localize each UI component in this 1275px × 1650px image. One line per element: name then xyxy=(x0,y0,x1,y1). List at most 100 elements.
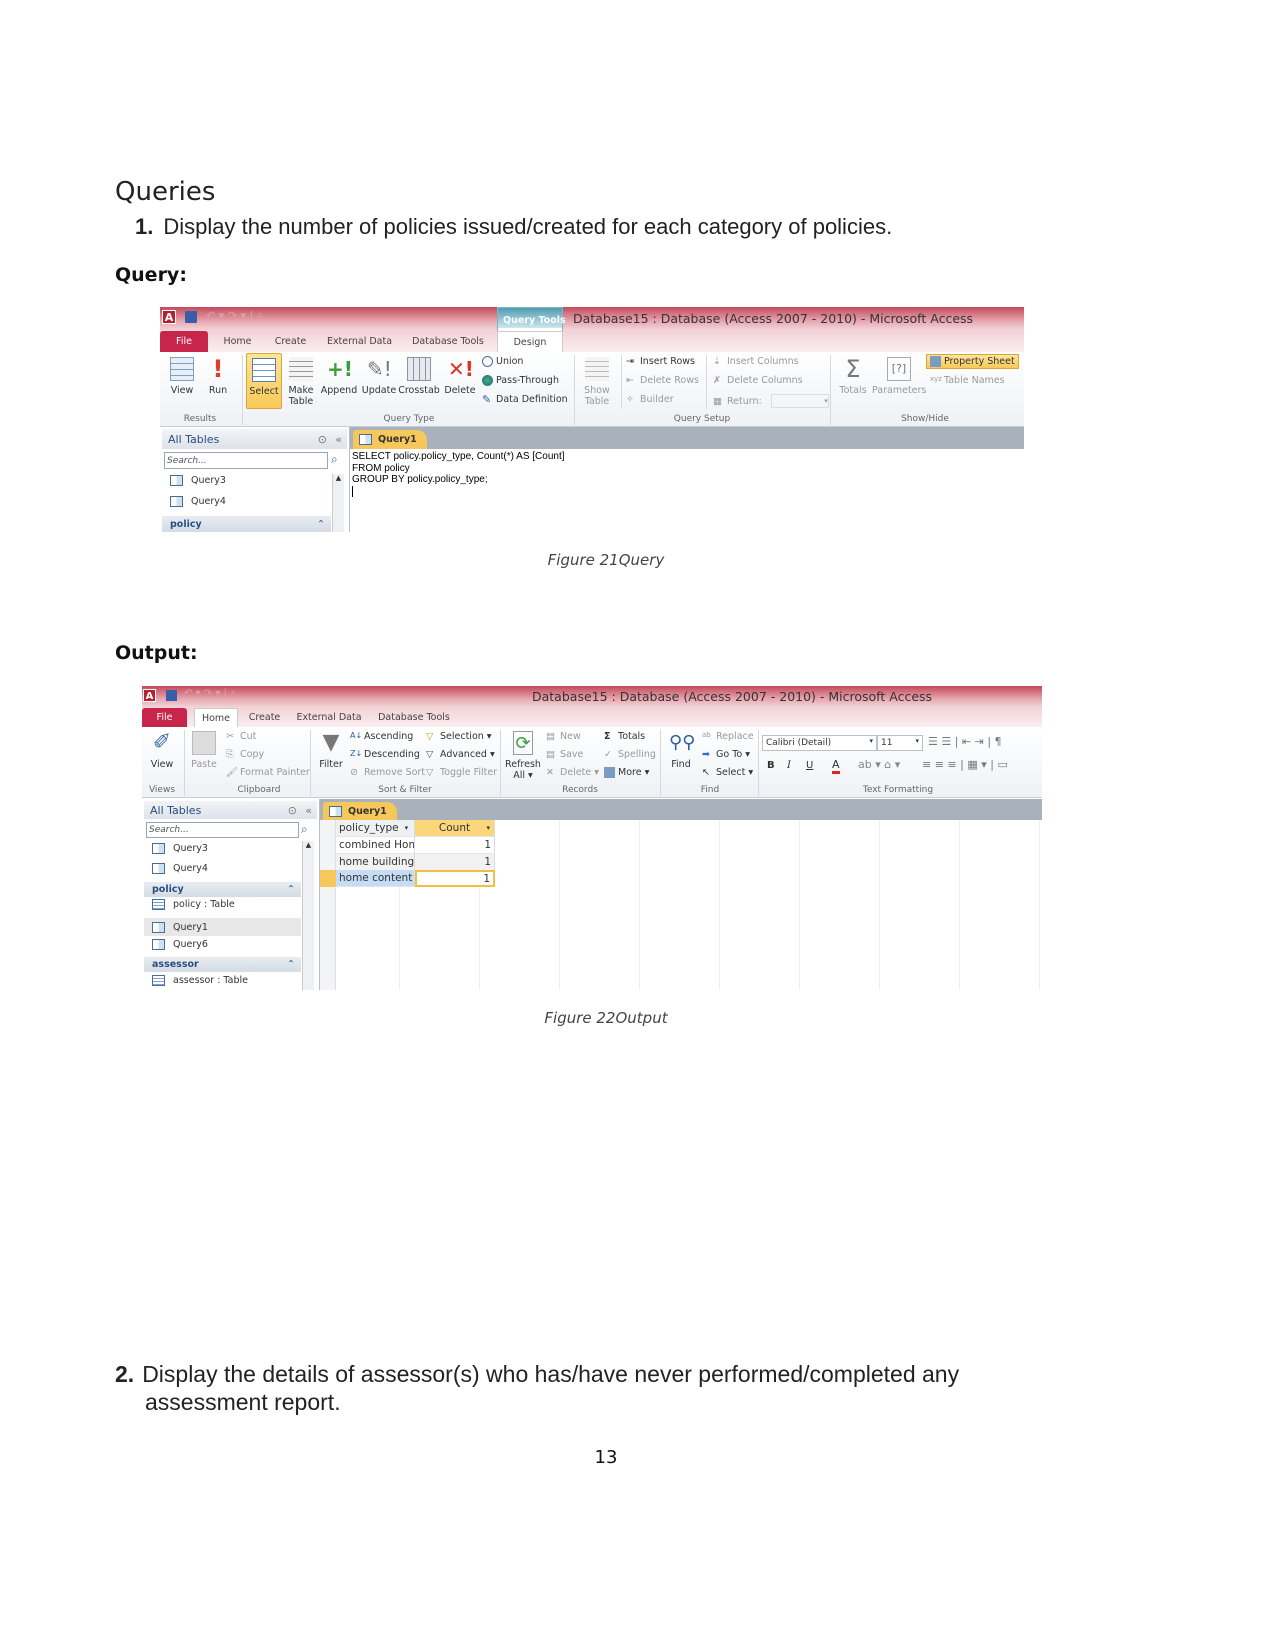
nav-item-query6[interactable]: Query6 xyxy=(152,939,208,950)
nav-search-input[interactable]: Search... xyxy=(164,452,328,469)
show-table-button[interactable]: Show Table xyxy=(578,357,616,407)
paste-button[interactable]: Paste xyxy=(188,731,220,770)
descending-button[interactable]: Z↓ Descending xyxy=(350,749,420,760)
crosstab-button[interactable]: Crosstab xyxy=(398,357,440,396)
find-button[interactable]: ⚲⚲ Find xyxy=(664,731,698,770)
replace-button[interactable]: ab Replace xyxy=(702,731,754,742)
return-dropdown[interactable]: ▾ xyxy=(770,394,829,408)
save-icon[interactable] xyxy=(166,690,177,701)
toggle-filter-button[interactable]: ▽ Toggle Filter xyxy=(426,767,497,778)
totals-button[interactable]: Σ Totals xyxy=(604,731,645,742)
undo-redo-icon[interactable]: ↶ ▾ ↷ ▾ | ⩡ xyxy=(184,688,236,699)
format-painter-button[interactable]: 🖌 Format Painter xyxy=(226,767,310,778)
selection-button[interactable]: ▽ Selection ▾ xyxy=(426,731,492,742)
filter-button[interactable]: ▼ Filter xyxy=(314,731,348,771)
collapse-icon[interactable]: « xyxy=(335,433,342,446)
delete-record-button[interactable]: ✕ Delete ▾ xyxy=(546,767,599,778)
delete-rows-button[interactable]: ⇤ Delete Rows xyxy=(626,375,699,386)
font-name-select[interactable]: Calibri (Detail) ▾ xyxy=(762,735,877,751)
builder-button[interactable]: ✧ Builder xyxy=(626,394,674,405)
update-button[interactable]: ✎! Update xyxy=(360,357,398,396)
undo-redo-icon[interactable]: ↶ ▾ ↷ ▾ | ⩡ xyxy=(206,309,263,323)
search-icon[interactable]: ⌕ xyxy=(331,452,338,467)
more-button[interactable]: More ▾ xyxy=(604,767,649,778)
doc-tab-query1[interactable]: Query1 xyxy=(323,802,397,820)
return-field[interactable]: ▦ Return: ▾ xyxy=(713,394,829,408)
make-table-button[interactable]: Make Table xyxy=(285,357,317,407)
nav-item-query1[interactable]: Query1 xyxy=(144,918,301,936)
table-names-button[interactable]: xyz Table Names xyxy=(930,375,1005,386)
nav-item-assessor-table[interactable]: assessor : Table xyxy=(152,975,248,986)
tab-design[interactable]: Design xyxy=(497,331,563,352)
tab-database-tools[interactable]: Database Tools xyxy=(374,708,454,727)
append-button[interactable]: +! Append xyxy=(320,357,358,396)
tab-create[interactable]: Create xyxy=(242,708,287,727)
font-color-icon[interactable]: A xyxy=(832,758,840,774)
tab-external-data[interactable]: External Data xyxy=(294,708,364,727)
nav-item-query3[interactable]: Query3 xyxy=(152,843,208,854)
tab-create[interactable]: Create xyxy=(268,331,313,352)
select-button[interactable]: Select xyxy=(246,353,282,409)
cut-button[interactable]: ✂ Cut xyxy=(226,731,256,742)
align-icons[interactable]: ≡ ≡ ≡ | ▦ ▾ | ▭ xyxy=(922,758,1008,771)
nav-menu-icon[interactable]: ⊙ xyxy=(288,804,297,817)
nav-scrollbar[interactable]: ▲ xyxy=(332,474,344,532)
underline-button[interactable]: U xyxy=(806,760,813,771)
save-record-button[interactable]: ▤ Save xyxy=(546,749,583,760)
tab-file[interactable]: File xyxy=(142,708,187,727)
advanced-button[interactable]: ▽ Advanced ▾ xyxy=(426,749,495,760)
search-icon[interactable]: ⌕ xyxy=(301,822,308,837)
remove-sort-button[interactable]: ⊘ Remove Sort xyxy=(350,767,425,778)
column-header-policy-type[interactable]: policy_type ▾ xyxy=(336,820,415,837)
cell-count[interactable]: 1 xyxy=(415,870,495,888)
new-record-button[interactable]: ▤ New xyxy=(546,731,581,742)
parameters-button[interactable]: [?] Parameters xyxy=(872,357,926,396)
nav-group-policy[interactable]: policy ⌃ xyxy=(162,516,331,532)
cell-policy-type[interactable]: home content xyxy=(336,870,415,888)
view-button[interactable]: View xyxy=(166,357,198,396)
nav-header[interactable]: All Tables ⊙ « xyxy=(144,801,317,819)
nav-search-input[interactable]: Search... xyxy=(146,822,299,838)
cell-policy-type[interactable]: combined Hom xyxy=(336,837,415,854)
ascending-button[interactable]: A↓ Ascending xyxy=(350,731,413,742)
delete-button[interactable]: ✕! Delete xyxy=(442,357,478,396)
tab-database-tools[interactable]: Database Tools xyxy=(408,331,488,352)
refresh-all-button[interactable]: ⟳ Refresh All ▾ xyxy=(504,731,542,781)
insert-rows-button[interactable]: ⇥ Insert Rows xyxy=(626,356,695,367)
sql-editor[interactable]: SELECT policy.policy_type, Count(*) AS [… xyxy=(352,451,565,497)
nav-item-query4[interactable]: Query4 xyxy=(170,496,226,507)
cell-count[interactable]: 1 xyxy=(415,853,495,871)
bold-button[interactable]: B xyxy=(767,760,775,771)
collapse-icon[interactable]: « xyxy=(305,804,312,817)
totals-button[interactable]: Σ Totals xyxy=(836,357,870,396)
highlight-icons[interactable]: ab ▾ ⌂ ▾ xyxy=(858,758,900,771)
property-sheet-button[interactable]: Property Sheet xyxy=(926,354,1019,369)
nav-item-query3[interactable]: Query3 xyxy=(170,475,226,486)
cell-count[interactable]: 1 xyxy=(415,837,495,854)
nav-group-policy[interactable]: policy ⌃ xyxy=(144,882,301,897)
nav-group-assessor[interactable]: assessor ⌃ xyxy=(144,957,301,972)
nav-item-query4[interactable]: Query4 xyxy=(152,863,208,874)
union-button[interactable]: Union xyxy=(482,356,523,367)
tab-file[interactable]: File xyxy=(160,331,208,352)
save-icon[interactable] xyxy=(185,311,197,323)
spelling-button[interactable]: ✓ Spelling xyxy=(604,749,656,760)
view-button[interactable]: ✐ View xyxy=(146,731,178,771)
insert-columns-button[interactable]: ⇣ Insert Columns xyxy=(713,356,799,367)
list-icons[interactable]: ☰ ☰ | ⇤ ⇥ | ¶ xyxy=(928,735,1002,748)
tab-home[interactable]: Home xyxy=(194,708,238,727)
nav-header[interactable]: All Tables ⊙ « xyxy=(162,429,347,449)
italic-button[interactable]: I xyxy=(787,760,791,771)
tab-home[interactable]: Home xyxy=(215,331,260,352)
data-definition-button[interactable]: ✎ Data Definition xyxy=(482,394,568,405)
pass-through-button[interactable]: Pass-Through xyxy=(482,375,559,386)
tab-external-data[interactable]: External Data xyxy=(322,331,397,352)
nav-item-policy-table[interactable]: policy : Table xyxy=(152,899,235,910)
cell-policy-type[interactable]: home building xyxy=(336,853,415,871)
nav-menu-icon[interactable]: ⊙ xyxy=(318,433,327,446)
select-button[interactable]: ↖ Select ▾ xyxy=(702,767,753,778)
nav-scrollbar[interactable]: ▲ xyxy=(302,841,314,990)
go-to-button[interactable]: ➡ Go To ▾ xyxy=(702,749,750,760)
copy-button[interactable]: ⎘ Copy xyxy=(226,749,264,760)
run-button[interactable]: ! Run xyxy=(204,357,232,396)
